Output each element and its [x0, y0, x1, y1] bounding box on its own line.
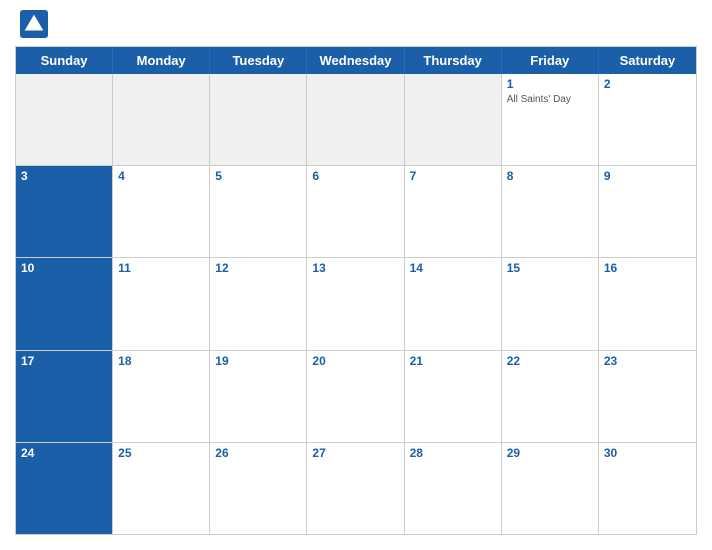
day-cell: 4: [113, 166, 210, 257]
day-header-tuesday: Tuesday: [210, 47, 307, 74]
day-header-sunday: Sunday: [16, 47, 113, 74]
day-number: 6: [312, 169, 398, 183]
day-number: 20: [312, 354, 398, 368]
week-row-0: 1 All Saints' Day 2: [16, 74, 696, 166]
day-cell: 3: [16, 166, 113, 257]
day-number: 18: [118, 354, 204, 368]
day-cell: [307, 74, 404, 165]
day-number: 2: [604, 77, 691, 91]
day-cell: 2: [599, 74, 696, 165]
day-cell: 8: [502, 166, 599, 257]
day-cell: 27: [307, 443, 404, 534]
day-number: 7: [410, 169, 496, 183]
calendar-day-headers: SundayMondayTuesdayWednesdayThursdayFrid…: [16, 47, 696, 74]
day-cell: 24: [16, 443, 113, 534]
day-cell: 9: [599, 166, 696, 257]
day-cell: 1 All Saints' Day: [502, 74, 599, 165]
day-cell: 29: [502, 443, 599, 534]
day-cell: 16: [599, 258, 696, 349]
day-number: 28: [410, 446, 496, 460]
calendar: SundayMondayTuesdayWednesdayThursdayFrid…: [15, 46, 697, 535]
day-cell: 22: [502, 351, 599, 442]
day-header-friday: Friday: [502, 47, 599, 74]
day-number: 8: [507, 169, 593, 183]
week-row-3: 17 18 19 20 21 22 23: [16, 351, 696, 443]
day-number: 15: [507, 261, 593, 275]
day-number: 14: [410, 261, 496, 275]
day-number: 22: [507, 354, 593, 368]
logo: [20, 10, 52, 38]
day-cell: 6: [307, 166, 404, 257]
day-cell: 10: [16, 258, 113, 349]
day-number: 29: [507, 446, 593, 460]
day-cell: 19: [210, 351, 307, 442]
week-row-4: 24 25 26 27 28 29 30: [16, 443, 696, 534]
day-cell: 20: [307, 351, 404, 442]
day-cell: 14: [405, 258, 502, 349]
day-cell: 17: [16, 351, 113, 442]
day-number: 3: [21, 169, 107, 183]
calendar-body: 1All Saints' Day234567891011121314151617…: [16, 74, 696, 534]
day-cell: 15: [502, 258, 599, 349]
day-number: 13: [312, 261, 398, 275]
day-cell: 28: [405, 443, 502, 534]
day-number: 10: [21, 261, 107, 275]
day-cell: 23: [599, 351, 696, 442]
day-cell: 30: [599, 443, 696, 534]
day-cell: 21: [405, 351, 502, 442]
day-cell: [113, 74, 210, 165]
day-cell: 5: [210, 166, 307, 257]
week-row-1: 3456789: [16, 166, 696, 258]
event-text: All Saints' Day: [507, 93, 593, 106]
day-number: 19: [215, 354, 301, 368]
day-cell: 7: [405, 166, 502, 257]
day-cell: 13: [307, 258, 404, 349]
day-number: 26: [215, 446, 301, 460]
day-cell: 18: [113, 351, 210, 442]
day-number: 17: [21, 354, 107, 368]
day-cell: 11: [113, 258, 210, 349]
logo-icon: [20, 10, 48, 38]
week-row-2: 10 11 12 13 14 15 16: [16, 258, 696, 350]
day-number: 1: [507, 77, 593, 91]
day-cell: [210, 74, 307, 165]
day-number: 16: [604, 261, 691, 275]
page-header: [15, 10, 697, 38]
day-number: 21: [410, 354, 496, 368]
day-header-wednesday: Wednesday: [307, 47, 404, 74]
day-number: 11: [118, 261, 204, 275]
day-number: 30: [604, 446, 691, 460]
day-header-saturday: Saturday: [599, 47, 696, 74]
day-number: 4: [118, 169, 204, 183]
day-number: 25: [118, 446, 204, 460]
day-cell: [16, 74, 113, 165]
day-header-monday: Monday: [113, 47, 210, 74]
day-number: 23: [604, 354, 691, 368]
day-cell: 25: [113, 443, 210, 534]
day-number: 5: [215, 169, 301, 183]
day-number: 24: [21, 446, 107, 460]
day-number: 27: [312, 446, 398, 460]
day-cell: 12: [210, 258, 307, 349]
day-cell: 26: [210, 443, 307, 534]
day-cell: [405, 74, 502, 165]
day-number: 9: [604, 169, 691, 183]
day-number: 12: [215, 261, 301, 275]
day-header-thursday: Thursday: [405, 47, 502, 74]
